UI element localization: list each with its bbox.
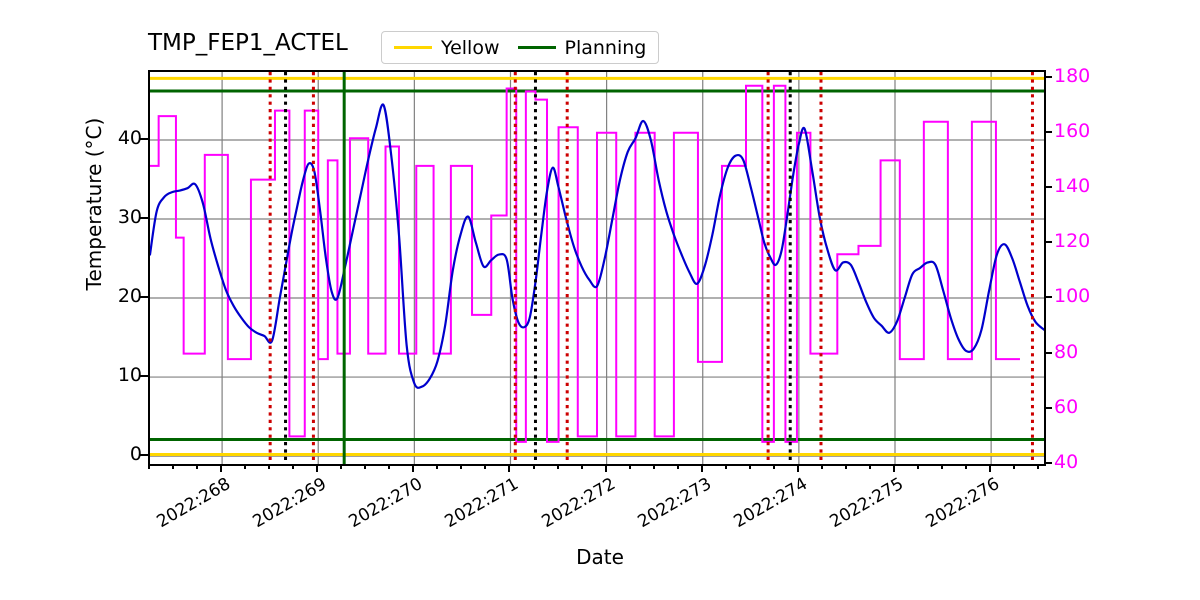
x-axis-minor-tickmark (340, 464, 343, 469)
x-axis-minor-tickmark (965, 464, 968, 469)
y-axis-right-tick-label: 100 (1054, 285, 1091, 308)
x-axis-minor-tickmark (628, 464, 631, 469)
y-axis-right-tickmark (1044, 406, 1052, 409)
x-axis-tick-label: 2022:275 (826, 474, 907, 533)
x-axis-minor-tickmark (580, 464, 583, 469)
x-axis-minor-tickmark (484, 464, 487, 469)
x-axis-tick-label: 2022:270 (345, 474, 427, 533)
x-axis-minor-tickmark (532, 464, 535, 469)
y-axis-right-tick-label: 60 (1054, 395, 1079, 418)
y-axis-right-tickmark (1044, 462, 1052, 464)
x-axis-minor-tickmark (556, 464, 559, 469)
x-axis-minor-tickmark (388, 464, 391, 469)
x-axis-minor-tickmark (1037, 464, 1040, 469)
x-axis-major-tickmark (796, 464, 799, 472)
x-axis-major-tickmark (700, 464, 703, 472)
x-axis-minor-tickmark (652, 464, 655, 469)
plot-area (148, 70, 1046, 466)
page-title: TMP_FEP1_ACTEL (148, 30, 348, 56)
y-axis-right-tick-label: 160 (1054, 119, 1091, 142)
plot-canvas (150, 72, 1044, 464)
x-axis-major-tickmark (220, 464, 223, 472)
x-axis-major-tickmark (508, 464, 511, 472)
x-axis-major-tickmark (893, 464, 895, 472)
x-axis-minor-tickmark (364, 464, 367, 469)
x-axis-minor-tickmark (148, 464, 150, 469)
y-axis-right-tickmark (1044, 241, 1052, 244)
y-axis-right-tick-label: 180 (1054, 64, 1091, 87)
x-axis-tick-label: 2022:272 (538, 474, 619, 533)
x-axis-minor-tickmark (436, 464, 439, 469)
x-axis-minor-tickmark (196, 464, 199, 469)
x-axis-minor-tickmark (917, 464, 920, 469)
x-axis-tick-label: 2022:276 (922, 474, 1004, 533)
y-axis-left-tick-label: 40 (117, 126, 142, 149)
legend-label-planning: Planning (564, 36, 647, 59)
y-axis-right-tickmark (1044, 130, 1052, 133)
x-axis-tick-label: 2022:268 (153, 474, 235, 533)
x-axis-minor-tickmark (868, 464, 871, 469)
x-axis-tick-label: 2022:269 (249, 474, 331, 533)
x-axis-minor-tickmark (844, 464, 847, 469)
y-axis-left-tick-label: 0 (129, 443, 142, 466)
y-axis-right-tickmark (1044, 296, 1052, 299)
series-pitch-line (150, 84, 1020, 443)
x-axis-major-tickmark (604, 464, 607, 472)
x-axis-minor-tickmark (1013, 464, 1016, 469)
legend-swatch-planning (517, 46, 556, 49)
x-axis-minor-tickmark (292, 464, 295, 469)
y-axis-left-tick-label: 20 (117, 285, 142, 308)
legend-entry-yellow: Yellow (394, 37, 500, 59)
chart-figure: TMP_FEP1_ACTEL Yellow Planning Temperatu… (0, 0, 1200, 600)
x-axis-minor-tickmark (941, 464, 944, 469)
legend-swatch-yellow (394, 46, 432, 49)
legend-label-yellow: Yellow (441, 36, 500, 59)
x-axis-major-tickmark (316, 464, 319, 472)
x-axis-major-tickmark (412, 464, 415, 472)
x-axis-tick-label: 2022:273 (634, 474, 715, 533)
x-axis-minor-tickmark (820, 464, 823, 469)
x-axis-minor-tickmark (748, 464, 751, 469)
y-axis-left-label: Temperature (°C) (82, 117, 106, 291)
x-axis-tick-label: 2022:271 (441, 474, 523, 533)
y-axis-left-tick-label: 10 (117, 364, 142, 387)
legend-entry-planning: Planning (517, 36, 647, 59)
x-axis-minor-tickmark (244, 464, 247, 469)
y-axis-right-tick-label: 80 (1054, 340, 1079, 363)
y-axis-right-tick-label: 40 (1054, 451, 1079, 473)
y-axis-right-tickmark (1044, 75, 1052, 78)
y-axis-right-tickmark (1044, 185, 1052, 188)
chart-legend: Yellow Planning (381, 31, 660, 64)
x-axis-tick-label: 2022:274 (730, 474, 811, 533)
y-axis-right-tickmark (1044, 351, 1052, 354)
x-axis-label: Date (576, 545, 624, 569)
x-axis-minor-tickmark (172, 464, 175, 469)
x-axis-minor-tickmark (676, 464, 679, 469)
y-axis-right-tick-label: 120 (1054, 230, 1091, 253)
x-axis-major-tickmark (989, 464, 992, 472)
x-axis-minor-tickmark (268, 464, 271, 469)
y-axis-right-tick-label: 140 (1054, 174, 1091, 197)
y-axis-left-tick-label: 30 (117, 206, 142, 228)
x-axis-minor-tickmark (460, 464, 463, 469)
x-axis-minor-tickmark (772, 464, 775, 469)
x-axis-minor-tickmark (724, 464, 727, 469)
